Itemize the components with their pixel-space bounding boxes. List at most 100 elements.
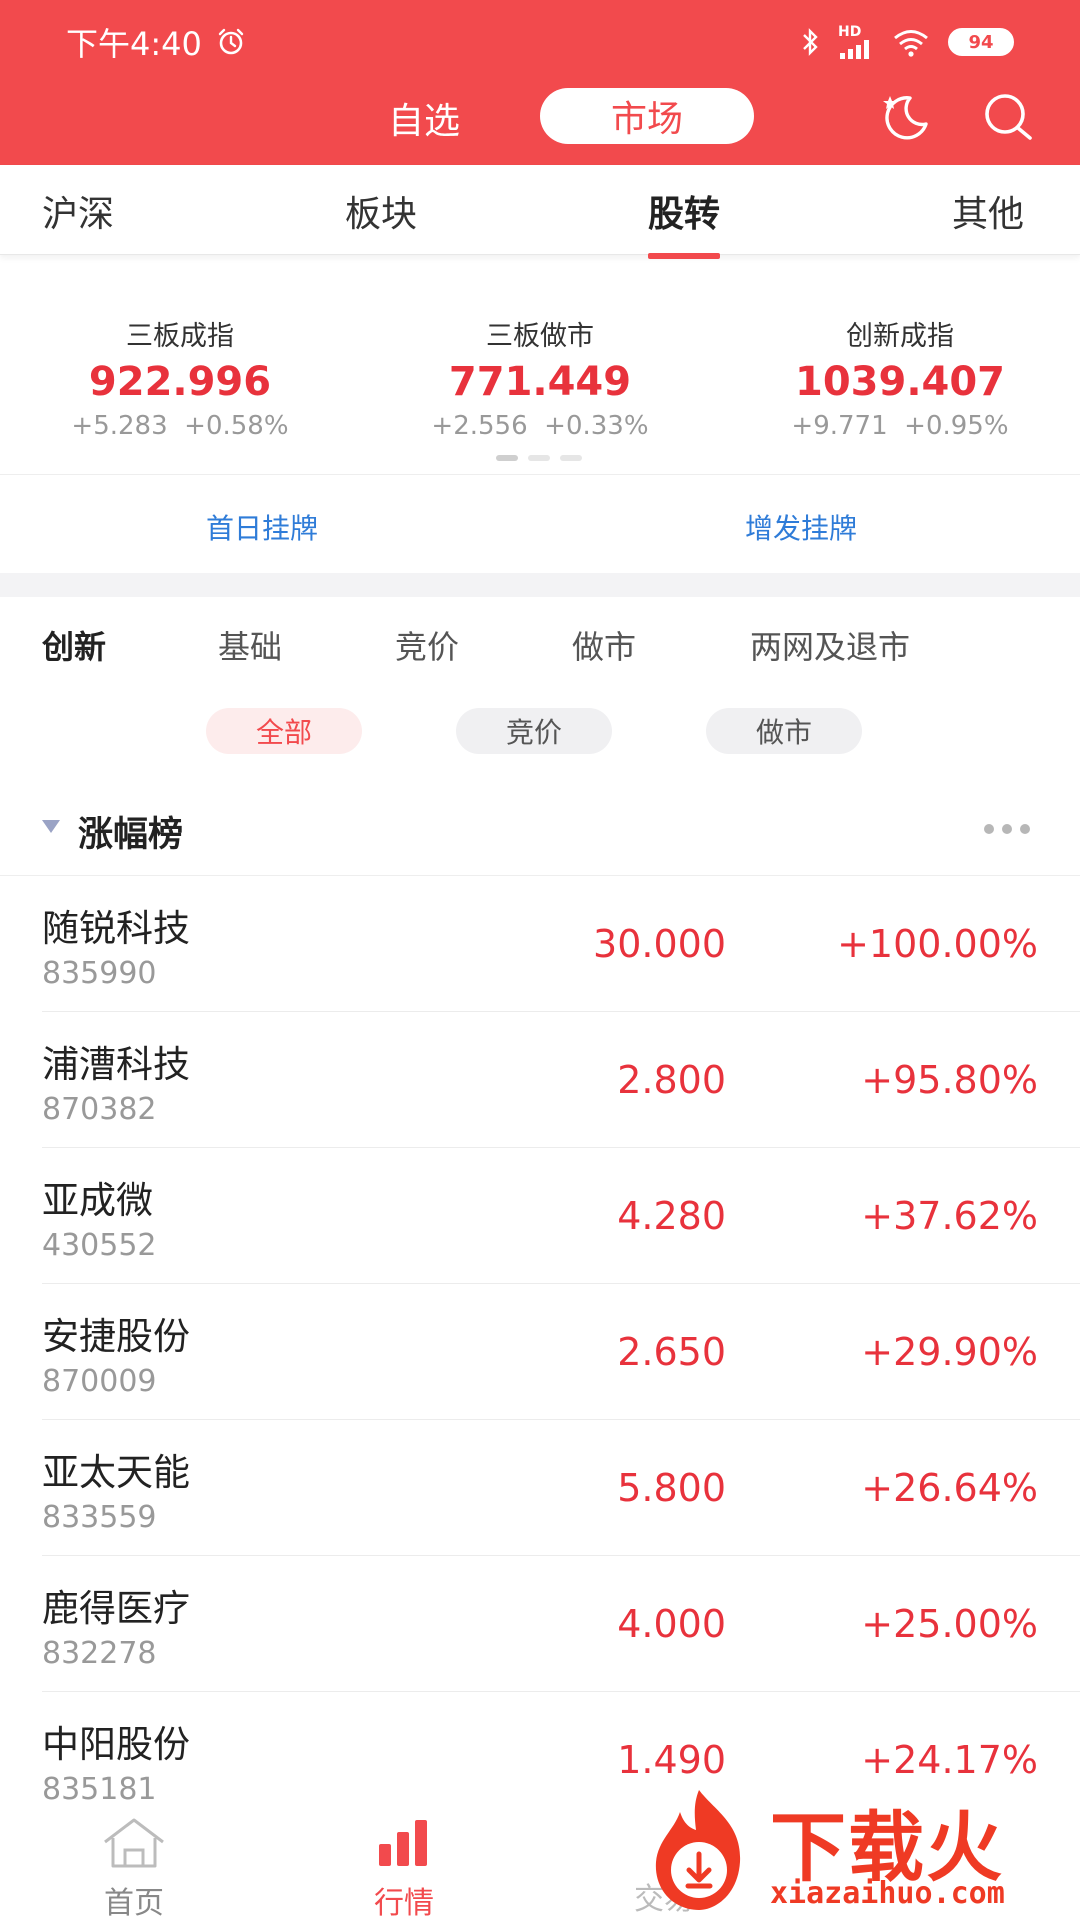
carousel-dot <box>528 455 550 461</box>
collapse-triangle-icon[interactable] <box>42 820 60 833</box>
stock-row[interactable]: 安捷股份 870009 2.650 +29.90% <box>0 1284 1080 1420</box>
stock-change-percent: +24.17% <box>861 1738 1038 1782</box>
index-name: 三板做市 <box>486 321 594 352</box>
gainers-list: 随锐科技 835990 30.000 +100.00% 浦漕科技 870382 … <box>0 876 1080 1828</box>
filter-market-making[interactable]: 做市 <box>706 708 862 754</box>
tab-market[interactable]: 市场 <box>540 88 754 144</box>
section-divider <box>0 573 1080 597</box>
first-day-listing-link[interactable]: 首日挂牌 <box>206 507 318 547</box>
index-card[interactable]: 创新成指 1039.407 +9.771 +0.95% <box>750 314 1050 441</box>
carousel-dot <box>496 455 518 461</box>
tab-market-making[interactable]: 做市 <box>572 622 636 668</box>
wifi-icon <box>894 30 928 57</box>
filter-pills: 全部 竞价 做市 <box>0 708 1080 754</box>
market-subtabs: 沪深 板块 股转 其他 <box>0 165 1080 259</box>
filter-auction[interactable]: 竞价 <box>456 708 612 754</box>
stock-code: 835181 <box>42 1772 157 1807</box>
stock-change-percent: +95.80% <box>861 1058 1038 1102</box>
index-name: 三板成指 <box>126 321 234 352</box>
index-change: +9.771 +0.95% <box>791 411 1009 441</box>
stock-name: 鹿得医疗 <box>42 1587 190 1630</box>
nav-quotes-label: 行情 <box>374 1886 434 1920</box>
stock-code: 870009 <box>42 1364 157 1399</box>
tab-delisted[interactable]: 两网及退市 <box>750 622 910 668</box>
top-nav: 自选 市场 <box>0 88 1080 144</box>
alarm-icon <box>218 28 244 55</box>
nav-quotes[interactable]: 行情 <box>324 1816 484 1920</box>
stock-row[interactable]: 亚成微 430552 4.280 +37.62% <box>0 1148 1080 1284</box>
index-name: 创新成指 <box>846 321 954 352</box>
nav-home[interactable]: 首页 <box>54 1816 214 1920</box>
stock-code: 833559 <box>42 1500 157 1535</box>
carousel-dot <box>560 455 582 461</box>
tab-other[interactable]: 其他 <box>952 185 1024 237</box>
stock-change-percent: +100.00% <box>837 922 1038 966</box>
stock-code: 835990 <box>42 956 157 991</box>
stock-name: 浦漕科技 <box>42 1043 190 1086</box>
index-panel: 三板成指 922.996 +5.283 +0.58% 三板做市 771.449 … <box>0 300 1080 470</box>
active-tab-underline <box>648 253 721 259</box>
stock-name: 安捷股份 <box>42 1315 190 1358</box>
stock-price: 1.490 <box>617 1738 726 1782</box>
stock-change-percent: +29.90% <box>861 1330 1038 1374</box>
tab-neeq[interactable]: 股转 <box>648 185 721 259</box>
night-mode-icon[interactable] <box>876 90 932 142</box>
index-change: +5.283 +0.58% <box>71 411 289 441</box>
ranking-title: 涨幅榜 <box>78 815 184 855</box>
listing-links: 首日挂牌 增发挂牌 <box>0 474 1080 574</box>
tab-watchlist[interactable]: 自选 <box>388 92 460 144</box>
watermark-logo <box>655 1790 741 1910</box>
signal-icon: HD <box>838 25 874 59</box>
stock-price: 30.000 <box>593 922 726 966</box>
index-value: 1039.407 <box>794 359 1006 405</box>
gainers-header[interactable]: 涨幅榜 <box>0 800 1080 876</box>
stock-change-percent: +26.64% <box>861 1466 1038 1510</box>
watermark-url: xiazaihuo.com <box>770 1876 1005 1911</box>
home-icon <box>104 1818 164 1868</box>
tab-sector[interactable]: 板块 <box>345 185 417 237</box>
network-type-label: HD <box>838 24 862 40</box>
stock-price: 2.650 <box>617 1330 726 1374</box>
tab-basic[interactable]: 基础 <box>218 622 282 668</box>
stock-code: 832278 <box>42 1636 157 1671</box>
status-time: 下午4:40 <box>66 25 202 63</box>
stock-price: 5.800 <box>617 1466 726 1510</box>
tab-innovation[interactable]: 创新 <box>42 622 106 668</box>
stock-name: 随锐科技 <box>42 907 190 950</box>
more-options-icon[interactable] <box>984 824 1030 834</box>
additional-listing-link[interactable]: 增发挂牌 <box>745 507 857 547</box>
index-value: 771.449 <box>448 359 632 405</box>
stock-row[interactable]: 随锐科技 835990 30.000 +100.00% <box>0 876 1080 1012</box>
bluetooth-icon <box>803 28 818 56</box>
tab-hushen[interactable]: 沪深 <box>42 185 114 237</box>
stock-price: 2.800 <box>617 1058 726 1102</box>
stock-code: 870382 <box>42 1092 157 1127</box>
tab-neeq-label: 股转 <box>648 194 721 235</box>
nav-home-label: 首页 <box>104 1886 164 1920</box>
stock-row[interactable]: 鹿得医疗 832278 4.000 +25.00% <box>0 1556 1080 1692</box>
bar-chart-icon <box>379 1820 427 1866</box>
watermark: 下载火 xiazaihuo.com <box>640 1780 1080 1920</box>
app-header: 下午4:40 HD 94 自选 市场 <box>0 0 1080 165</box>
search-icon[interactable] <box>980 90 1036 142</box>
stock-row[interactable]: 浦漕科技 870382 2.800 +95.80% <box>0 1012 1080 1148</box>
index-card[interactable]: 三板成指 922.996 +5.283 +0.58% <box>30 314 330 441</box>
stock-price: 4.280 <box>617 1194 726 1238</box>
stock-name: 亚成微 <box>42 1179 153 1222</box>
index-change: +2.556 +0.33% <box>431 411 649 441</box>
status-bar: 下午4:40 HD 94 <box>66 22 1014 63</box>
stock-name: 亚太天能 <box>42 1451 190 1494</box>
category-tabs: 创新 基础 竞价 做市 两网及退市 <box>0 622 1080 682</box>
stock-price: 4.000 <box>617 1602 726 1646</box>
index-value: 922.996 <box>88 359 272 405</box>
stock-row[interactable]: 亚太天能 833559 5.800 +26.64% <box>0 1420 1080 1556</box>
carousel-indicator <box>496 455 582 461</box>
stock-change-percent: +37.62% <box>861 1194 1038 1238</box>
index-card[interactable]: 三板做市 771.449 +2.556 +0.33% <box>390 314 690 441</box>
filter-all[interactable]: 全部 <box>206 708 362 754</box>
stock-change-percent: +25.00% <box>861 1602 1038 1646</box>
stock-code: 430552 <box>42 1228 157 1263</box>
battery-indicator: 94 <box>948 28 1014 56</box>
stock-name: 中阳股份 <box>42 1723 190 1766</box>
tab-auction[interactable]: 竞价 <box>395 622 459 668</box>
